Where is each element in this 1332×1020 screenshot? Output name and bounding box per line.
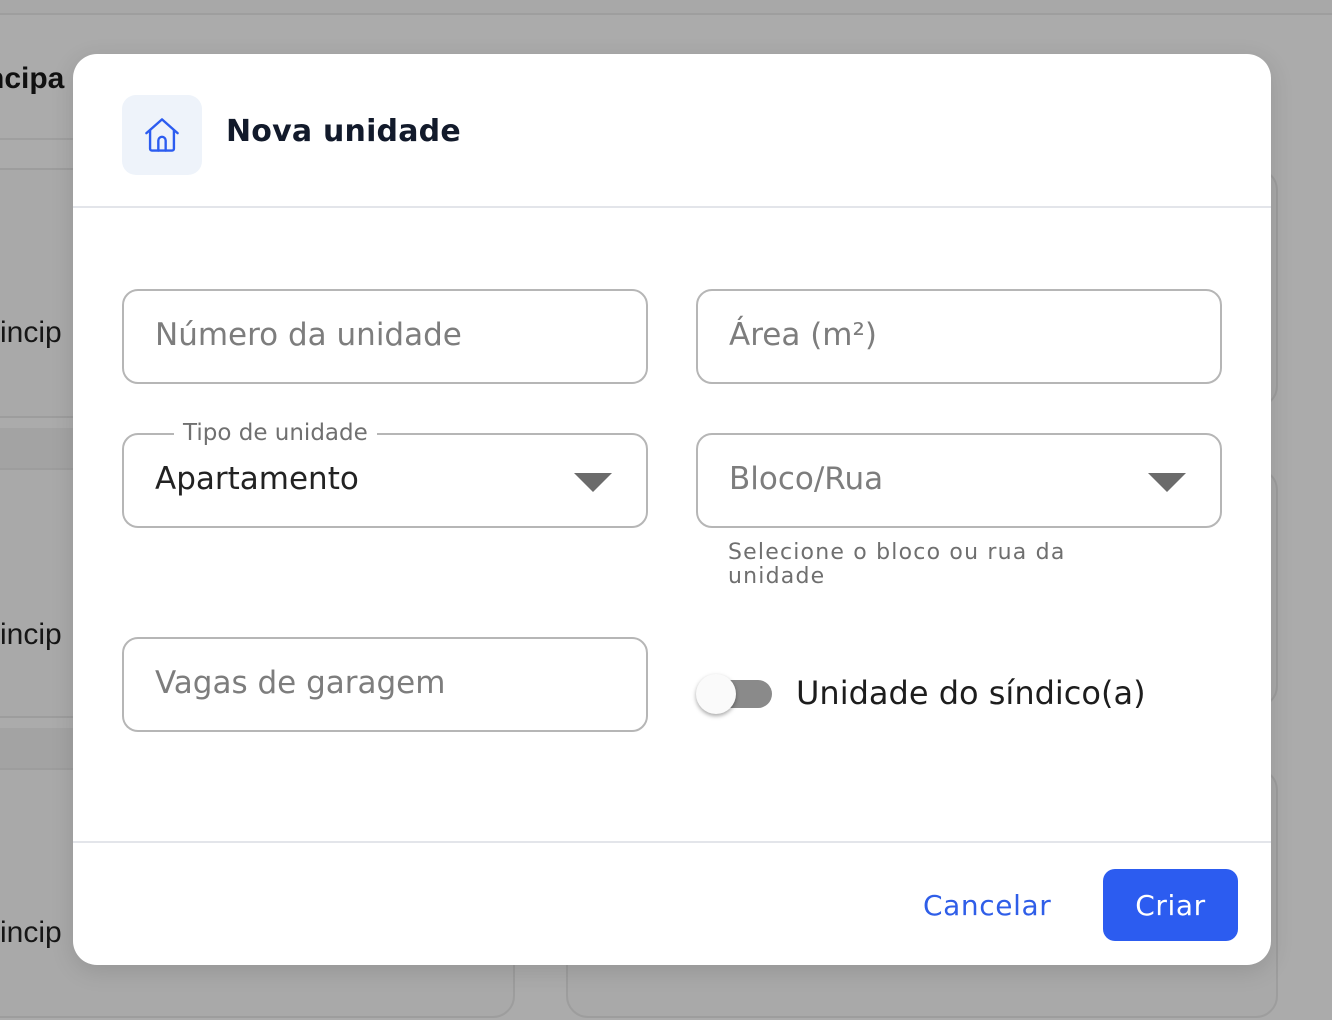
new-unit-dialog: Nova unidade Número da unidade Área (m²)… xyxy=(73,54,1271,965)
create-button[interactable]: Criar xyxy=(1103,869,1238,941)
background-card-label: rincip xyxy=(0,618,62,651)
unit-number-placeholder: Número da unidade xyxy=(155,317,462,353)
block-street-select[interactable]: Bloco/Rua xyxy=(696,433,1222,528)
parking-spaces-input[interactable]: Vagas de garagem xyxy=(122,637,648,732)
unit-type-select[interactable]: Tipo de unidade Apartamento xyxy=(122,419,648,528)
background-top-bar xyxy=(0,0,1332,15)
background-card-label: rincip xyxy=(0,316,62,349)
area-placeholder: Área (m²) xyxy=(729,317,878,353)
block-street-placeholder: Bloco/Rua xyxy=(729,461,884,497)
dialog-header: Nova unidade xyxy=(73,54,1271,208)
unit-type-value: Apartamento xyxy=(155,461,359,497)
background-card-label: rincip xyxy=(0,916,62,949)
parking-spaces-placeholder: Vagas de garagem xyxy=(155,665,446,701)
header-icon-container xyxy=(122,95,202,175)
syndic-unit-toggle[interactable] xyxy=(696,674,774,714)
dialog-title: Nova unidade xyxy=(226,114,461,149)
background-heading: ncipa xyxy=(0,62,65,95)
syndic-unit-label: Unidade do síndico(a) xyxy=(796,674,1146,712)
house-icon xyxy=(145,118,179,152)
block-street-helper-text: Selecione o bloco ou rua da unidade xyxy=(728,540,1066,589)
dialog-footer: Cancelar Criar xyxy=(73,841,1271,965)
toggle-thumb[interactable] xyxy=(696,674,736,714)
area-input[interactable]: Área (m²) xyxy=(696,289,1222,384)
dropdown-arrow-icon xyxy=(574,473,612,492)
cancel-button[interactable]: Cancelar xyxy=(905,869,1069,941)
unit-number-input[interactable]: Número da unidade xyxy=(122,289,648,384)
unit-type-label: Tipo de unidade xyxy=(174,419,377,447)
dropdown-arrow-icon xyxy=(1148,473,1186,492)
